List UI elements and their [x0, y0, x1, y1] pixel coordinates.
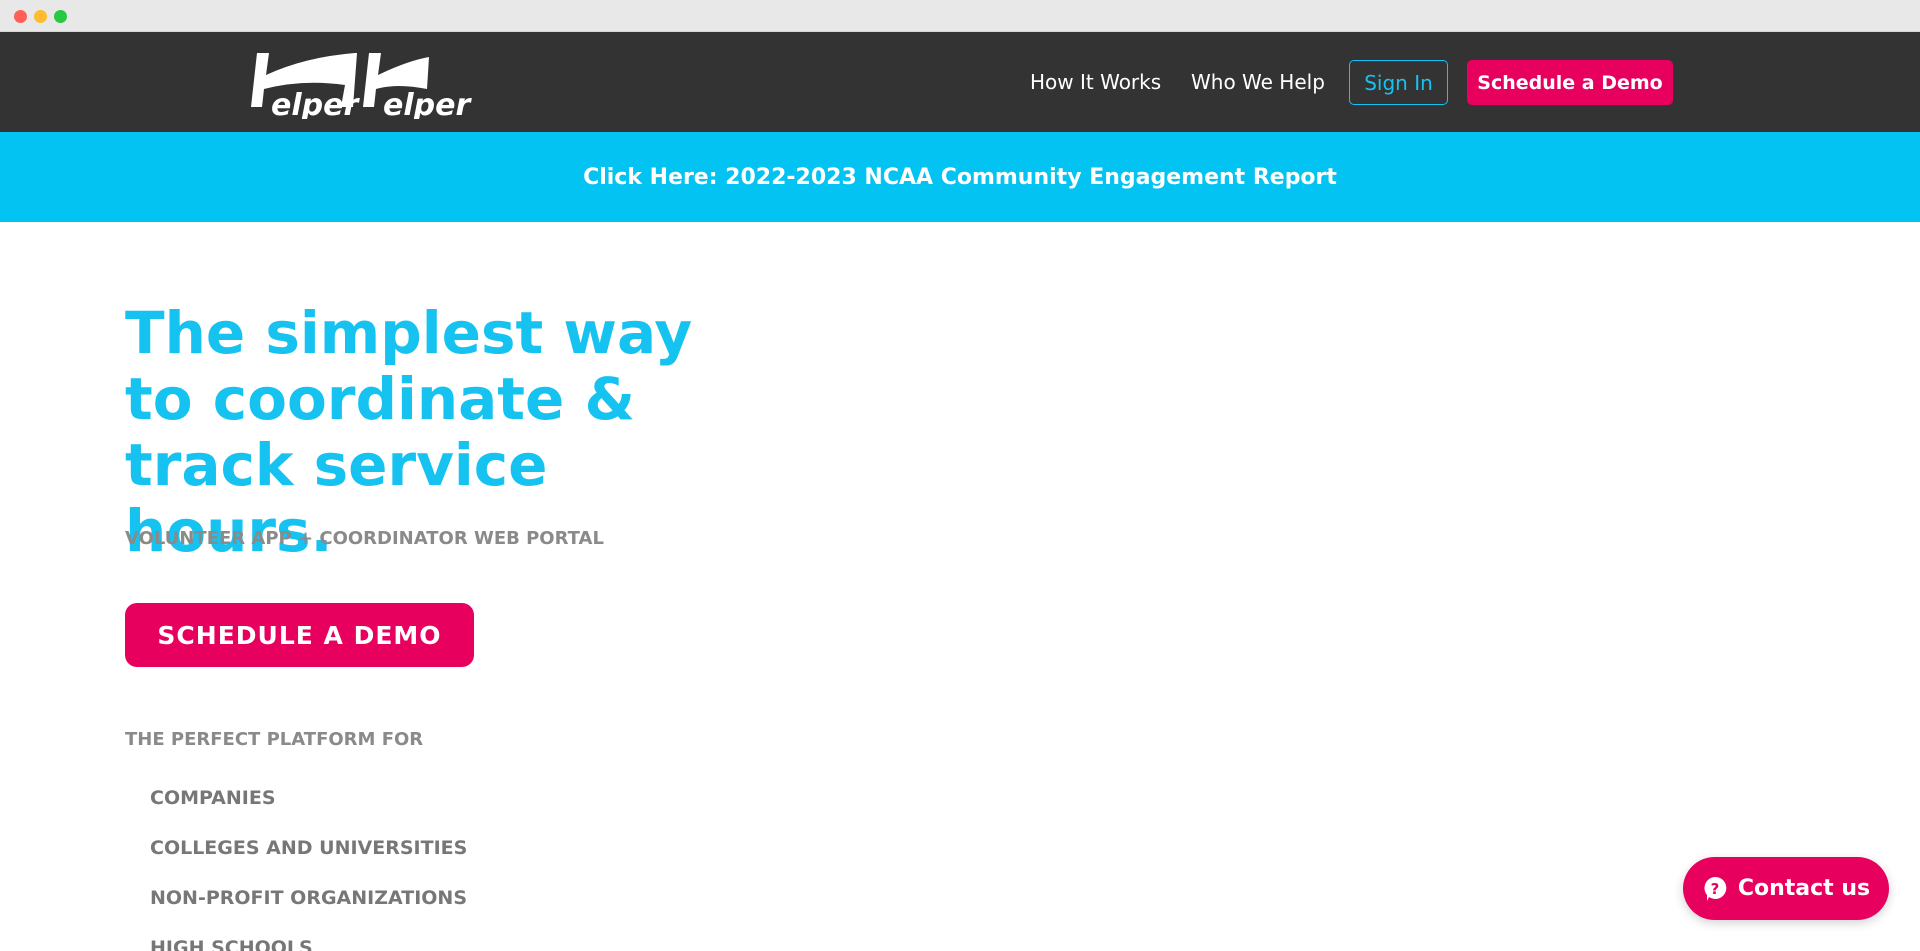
- ncaa-report-link[interactable]: Click Here: 2022-2023 NCAA Community Eng…: [583, 165, 1337, 190]
- logo-wordmark-right: elper: [383, 88, 472, 119]
- platform-item: COMPANIES: [150, 787, 276, 809]
- platform-list: COMPANIES COLLEGES AND UNIVERSITIES NON-…: [150, 786, 467, 951]
- minimize-window-button[interactable]: [34, 10, 47, 23]
- platform-item: NON-PROFIT ORGANIZATIONS: [150, 887, 467, 909]
- svg-text:?: ?: [1711, 880, 1720, 898]
- schedule-demo-header-button[interactable]: Schedule a Demo: [1467, 60, 1673, 105]
- window-chrome: [0, 0, 1920, 32]
- nav-who-we-help[interactable]: Who We Help: [1191, 70, 1325, 94]
- help-bubble-icon: ?: [1702, 876, 1728, 902]
- sign-in-button[interactable]: Sign In: [1349, 60, 1448, 105]
- maximize-window-button[interactable]: [54, 10, 67, 23]
- hero-title: The simplest way to coordinate & track s…: [125, 299, 693, 565]
- logo-wordmark-left: elper: [271, 88, 360, 119]
- close-window-button[interactable]: [14, 10, 27, 23]
- helperhelper-logo-mark: elper elper: [251, 53, 472, 123]
- platform-label: THE PERFECT PLATFORM FOR: [125, 729, 424, 750]
- platform-item: HIGH SCHOOLS: [150, 937, 313, 951]
- contact-us-button[interactable]: ? Contact us: [1683, 857, 1889, 920]
- site-header: elper elper How It Works Who We Help Sig…: [0, 32, 1920, 132]
- platform-item: COLLEGES AND UNIVERSITIES: [150, 837, 468, 859]
- helperhelper-logo[interactable]: elper elper: [247, 45, 477, 123]
- hero-subtitle: VOLUNTEER APP + COORDINATOR WEB PORTAL: [125, 528, 604, 549]
- nav-how-it-works[interactable]: How It Works: [1030, 70, 1161, 94]
- schedule-demo-hero-button[interactable]: SCHEDULE A DEMO: [125, 603, 474, 667]
- announcement-banner: Click Here: 2022-2023 NCAA Community Eng…: [0, 132, 1920, 222]
- contact-us-label: Contact us: [1737, 876, 1871, 901]
